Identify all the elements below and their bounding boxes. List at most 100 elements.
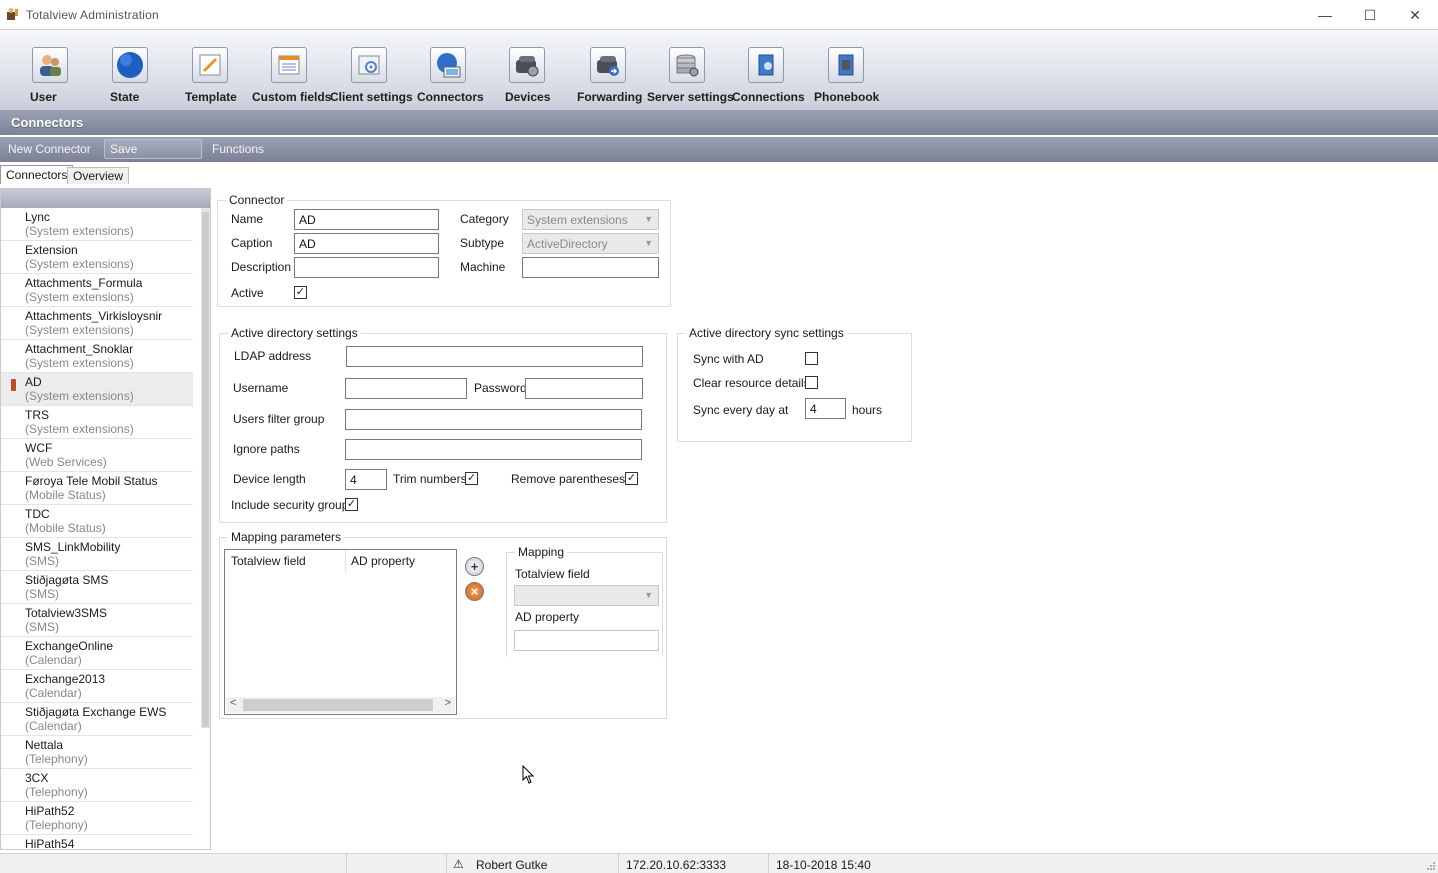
hours-label: hours [852, 403, 883, 417]
connector-list-item[interactable]: TDC (Mobile Status) [1, 505, 193, 538]
new-connector-button[interactable]: New Connector [8, 142, 91, 156]
ribbon-devices-button[interactable]: Devices [505, 47, 551, 109]
window-title: Totalview Administration [26, 8, 159, 22]
connector-list-item[interactable]: Exchange2013 (Calendar) [1, 670, 193, 703]
connector-list-item[interactable]: Lync (System extensions) [1, 208, 193, 241]
username-field[interactable] [345, 378, 467, 399]
scroll-left-icon[interactable]: < [230, 697, 236, 709]
caption-field[interactable]: AD [294, 233, 439, 254]
connector-name: WCF [25, 441, 53, 455]
close-button[interactable]: ✕ [1392, 0, 1438, 30]
ribbon-user-label: User [30, 90, 57, 104]
connector-list-item[interactable]: Føroya Tele Mobil Status (Mobile Status) [1, 472, 193, 505]
column-separator [345, 550, 346, 572]
ribbon-server-settings-button[interactable]: Server settings [647, 47, 734, 109]
ignore-paths-field[interactable] [345, 439, 642, 460]
scrollbar-thumb[interactable] [243, 699, 433, 711]
connector-name: Attachments_Formula [25, 276, 143, 290]
clear-resource-details-checkbox[interactable] [805, 376, 818, 389]
connector-list-item[interactable]: Attachments_Virkisloysnir (System extensi… [1, 307, 193, 340]
machine-field[interactable] [522, 257, 659, 278]
ribbon-forwarding-button[interactable]: Forwarding [577, 47, 643, 109]
ribbon-state-button[interactable]: State [110, 47, 150, 109]
ribbon-template-button[interactable]: Template [185, 47, 237, 109]
connector-list-item[interactable]: Totalview3SMS (SMS) [1, 604, 193, 637]
connector-category: (System extensions) [25, 356, 134, 370]
custom-fields-icon [271, 47, 307, 83]
mapping-totalview-field-select[interactable]: ▼ [514, 585, 659, 606]
connector-list-scrollbar[interactable] [201, 208, 210, 728]
sync-with-ad-label: Sync with AD [693, 352, 764, 366]
mapping-list[interactable]: Totalview field AD property < > [224, 549, 457, 715]
connector-list-item[interactable]: WCF (Web Services) [1, 439, 193, 472]
ribbon-connectors-button[interactable]: Connectors [417, 47, 484, 109]
scrollbar-thumb[interactable] [202, 212, 209, 727]
remove-parentheses-checkbox[interactable]: ✓ [625, 472, 638, 485]
connector-list-item[interactable]: Attachments_Formula (System extensions) [1, 274, 193, 307]
connector-name: TDC [25, 507, 50, 521]
ribbon-section-title: Connectors [11, 115, 84, 130]
mapping-inner-title: Mapping [515, 545, 568, 559]
functions-menu[interactable]: Functions [212, 142, 264, 156]
description-label: Description [231, 260, 292, 274]
password-label: Password [474, 381, 527, 395]
trim-numbers-checkbox[interactable]: ✓ [465, 472, 478, 485]
tab-overview[interactable]: Overview [67, 167, 130, 184]
password-field[interactable] [525, 378, 643, 399]
connector-list-item[interactable]: ExchangeOnline (Calendar) [1, 637, 193, 670]
save-button[interactable]: Save [110, 142, 137, 156]
tab-connectors[interactable]: Connectors [0, 165, 74, 184]
connector-list-item[interactable]: Stiðjagøta Exchange EWS (Calendar) [1, 703, 193, 736]
include-security-groups-checkbox[interactable]: ✓ [345, 498, 358, 511]
title-bar: Totalview Administration — ☐ ✕ [0, 0, 1438, 30]
connector-name: Attachment_Snoklar [25, 342, 134, 356]
minimize-button[interactable]: — [1302, 0, 1348, 30]
connector-list-item[interactable]: SMS_LinkMobility (SMS) [1, 538, 193, 571]
ribbon-user-button[interactable]: User [30, 47, 70, 109]
sync-with-ad-checkbox[interactable] [805, 352, 818, 365]
users-filter-group-field[interactable] [345, 409, 642, 430]
sync-hour-field[interactable]: 4 [805, 398, 846, 419]
connector-list-item[interactable]: AD (System extensions) [1, 373, 193, 406]
status-server-address: 172.20.10.62:3333 [626, 858, 727, 872]
connector-list-item[interactable]: Stiðjagøta SMS (SMS) [1, 571, 193, 604]
connector-category: (System extensions) [25, 224, 134, 238]
ignore-paths-label: Ignore paths [233, 442, 300, 456]
user-icon [32, 47, 68, 83]
add-mapping-button[interactable]: + [465, 557, 484, 576]
connector-list-item[interactable]: Nettala (Telephony) [1, 736, 193, 769]
subtype-value: ActiveDirectory [527, 237, 608, 251]
column-ad-property[interactable]: AD property [351, 554, 415, 568]
subtype-select[interactable]: ActiveDirectory ▼ [522, 233, 659, 254]
category-select[interactable]: System extensions ▼ [522, 209, 659, 230]
connector-list-item[interactable]: TRS (System extensions) [1, 406, 193, 439]
active-checkbox[interactable]: ✓ [294, 286, 307, 299]
connector-list-item[interactable]: 3CX (Telephony) [1, 769, 193, 802]
ribbon-devices-label: Devices [505, 90, 551, 104]
globe-icon [112, 47, 148, 83]
connector-list-item[interactable]: HiPath52 (Telephony) [1, 802, 193, 835]
device-length-field[interactable]: 4 [345, 469, 387, 490]
clear-resource-details-label: Clear resource details [693, 376, 810, 390]
mapping-horizontal-scrollbar[interactable]: < > [226, 697, 455, 713]
resize-grip-icon[interactable] [1426, 861, 1436, 871]
scroll-right-icon[interactable]: > [445, 697, 451, 709]
ribbon-client-settings-button[interactable]: Client settings [330, 47, 413, 109]
connector-list[interactable]: Lync (System extensions) Extension (System … [0, 188, 211, 850]
description-field[interactable] [294, 257, 439, 278]
mapping-ad-property-field[interactable] [514, 630, 659, 651]
ribbon-custom-fields-button[interactable]: Custom fields [252, 47, 331, 109]
column-totalview-field[interactable]: Totalview field [231, 554, 306, 568]
connector-list-item[interactable]: HiPath54 [1, 835, 193, 849]
ribbon-phonebook-button[interactable]: Phonebook [814, 47, 879, 109]
ribbon-connections-button[interactable]: Connections [732, 47, 805, 109]
connector-list-item[interactable]: Attachment_Snoklar (System extensions) [1, 340, 193, 373]
sync-every-day-label: Sync every day at [693, 403, 789, 417]
ldap-address-field[interactable] [346, 346, 643, 367]
name-field[interactable]: AD [294, 209, 439, 230]
ribbon-forwarding-label: Forwarding [577, 90, 643, 104]
maximize-button[interactable]: ☐ [1347, 0, 1393, 30]
connector-list-item[interactable]: Extension (System extensions) [1, 241, 193, 274]
remove-mapping-button[interactable]: × [465, 582, 484, 601]
connections-icon [748, 47, 784, 83]
